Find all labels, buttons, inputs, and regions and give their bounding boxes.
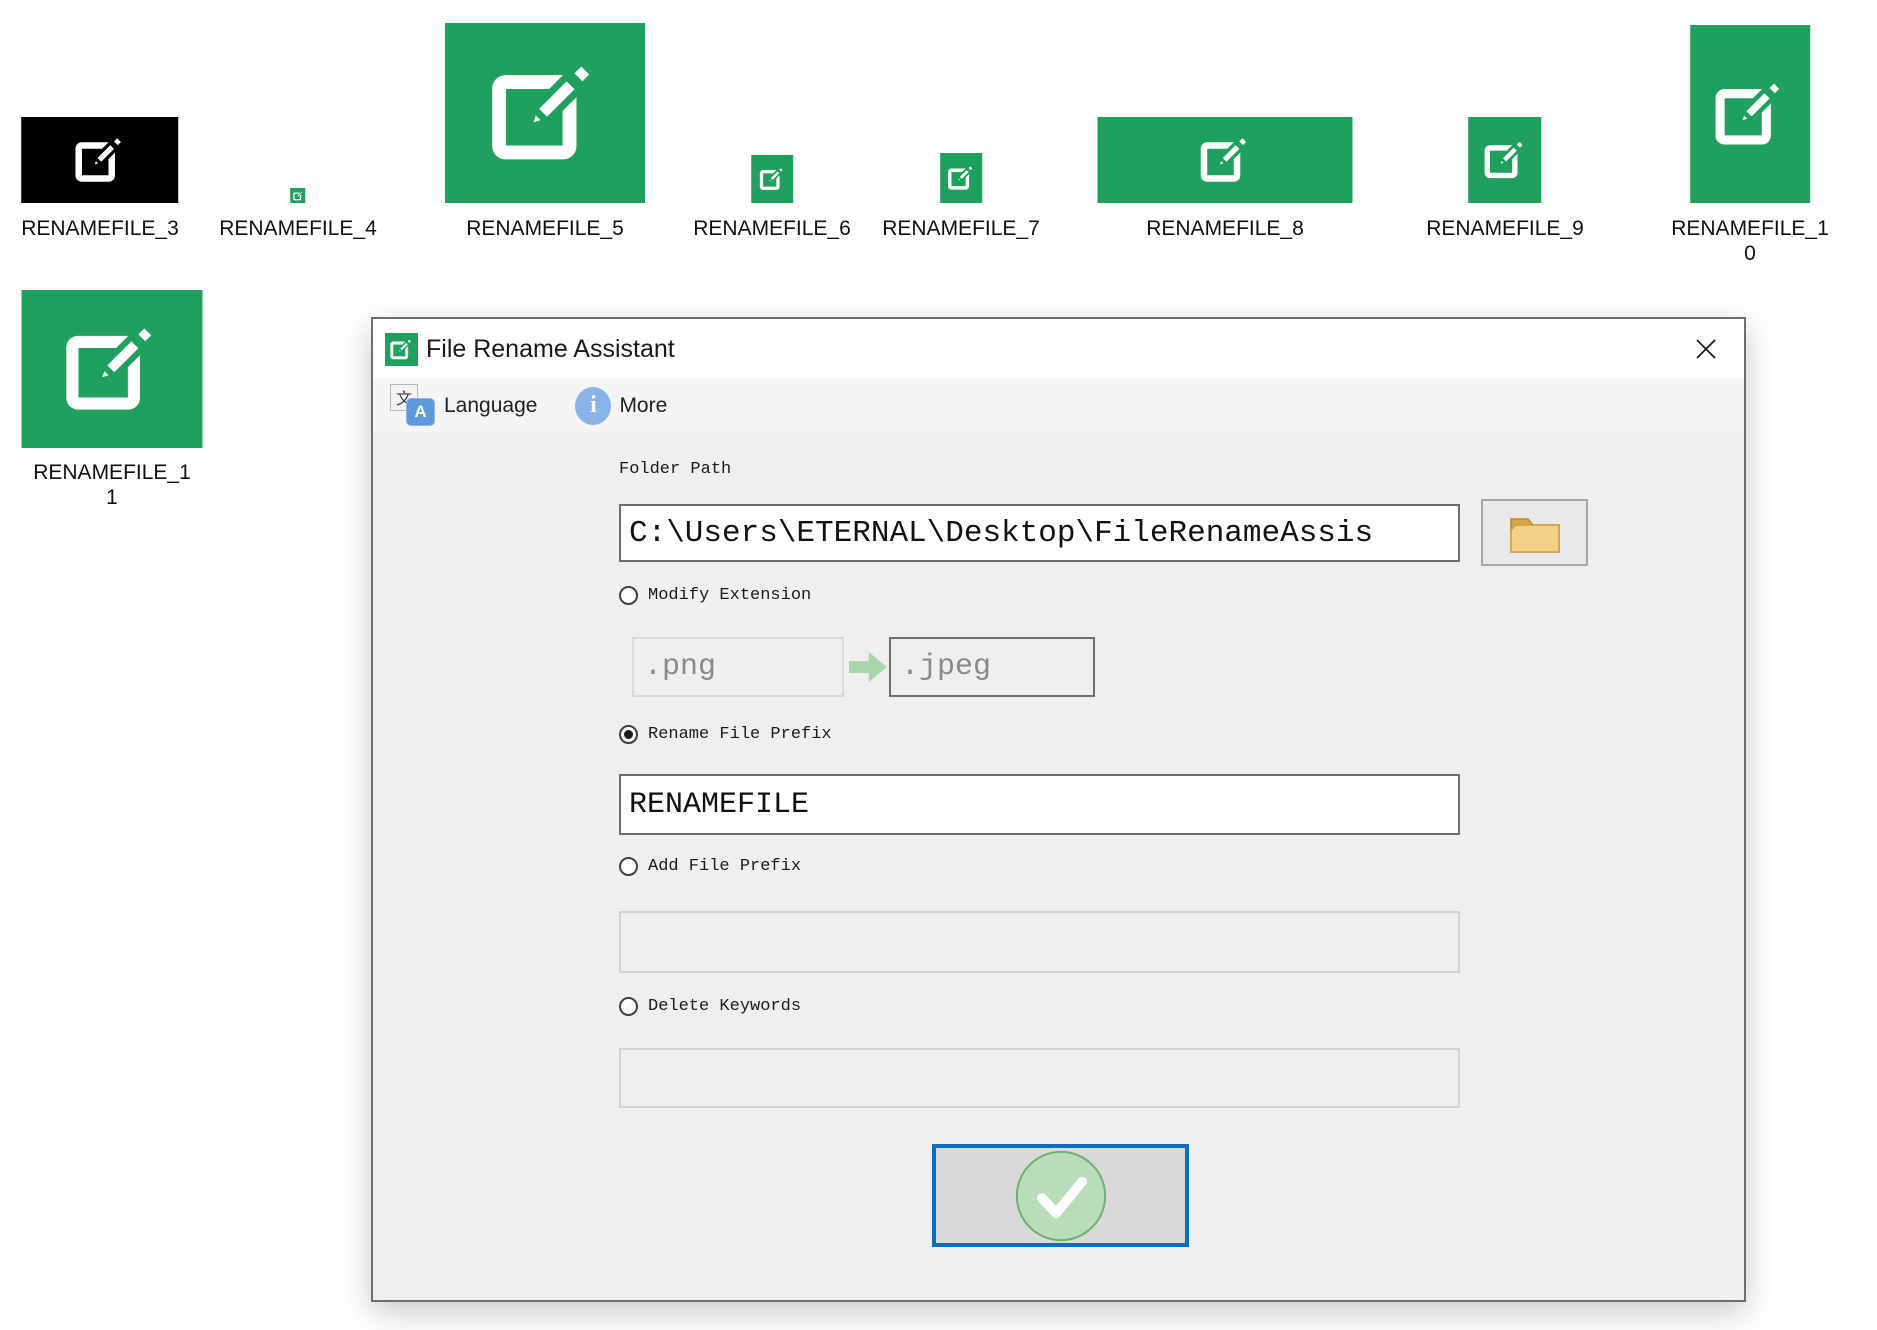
file-icon-tile — [751, 155, 793, 203]
desktop-file-renamefile-11[interactable]: RENAMEFILE_1 1 — [21, 290, 203, 510]
desktop-file-renamefile-4[interactable]: RENAMEFILE_4 — [219, 188, 377, 241]
edit-pencil-square-icon — [388, 336, 415, 363]
radio-icon — [619, 997, 638, 1016]
folder-path-label: Folder Path — [619, 460, 732, 479]
desktop-file-renamefile-3[interactable]: RENAMEFILE_3 — [21, 117, 179, 241]
edit-pencil-square-icon — [56, 313, 168, 425]
file-label: RENAMEFILE_1 1 — [33, 461, 191, 509]
title-bar[interactable]: File Rename Assistant — [373, 319, 1744, 379]
file-label: RENAMEFILE_6 — [693, 217, 851, 240]
edit-pencil-square-icon — [70, 130, 130, 190]
desktop-file-renamefile-5[interactable]: RENAMEFILE_5 — [445, 23, 645, 241]
radio-icon — [619, 857, 638, 876]
close-button[interactable] — [1686, 333, 1726, 365]
folder-path-input[interactable] — [619, 504, 1460, 562]
rename-prefix-input[interactable] — [619, 774, 1460, 835]
file-icon-tile — [940, 153, 982, 203]
menu-language[interactable]: 文 A Language — [373, 379, 537, 432]
file-label: RENAMEFILE_8 — [1146, 217, 1304, 240]
check-circle-icon — [1015, 1150, 1106, 1241]
menu-more[interactable]: i More — [537, 379, 667, 432]
file-icon-tile — [1690, 25, 1810, 203]
menu-more-label: More — [619, 393, 668, 417]
file-label: RENAMEFILE_7 — [882, 217, 1040, 240]
file-rename-assistant-window: File Rename Assistant 文 A Language i Mor… — [371, 317, 1746, 1302]
confirm-button[interactable] — [932, 1144, 1189, 1247]
radio-icon — [619, 586, 638, 605]
info-icon: i — [575, 386, 612, 425]
menu-bar: 文 A Language i More — [373, 379, 1744, 432]
desktop-file-renamefile-6[interactable]: RENAMEFILE_6 — [693, 155, 851, 241]
file-icon-tile — [445, 23, 645, 203]
folder-icon — [1509, 517, 1560, 553]
edit-pencil-square-icon — [1708, 72, 1792, 156]
option-rename-file-prefix[interactable]: Rename File Prefix — [619, 725, 832, 744]
file-label: RENAMEFILE_9 — [1426, 217, 1584, 240]
file-label: RENAMEFILE_1 0 — [1671, 217, 1829, 265]
desktop-file-renamefile-8[interactable]: RENAMEFILE_8 — [1097, 117, 1353, 241]
edit-pencil-square-icon — [1480, 135, 1530, 185]
radio-icon — [619, 725, 638, 744]
extension-from-input[interactable] — [632, 637, 844, 697]
browse-folder-button[interactable] — [1481, 499, 1588, 566]
desktop-file-renamefile-7[interactable]: RENAMEFILE_7 — [882, 153, 1040, 241]
desktop-file-renamefile-9[interactable]: RENAMEFILE_9 — [1426, 117, 1584, 241]
green-arrow-right-icon — [849, 652, 887, 682]
edit-pencil-square-icon — [1195, 130, 1255, 190]
file-icon-tile — [1097, 117, 1353, 203]
file-icon-tile — [21, 117, 179, 203]
option-delete-keywords[interactable]: Delete Keywords — [619, 997, 801, 1016]
edit-pencil-square-icon — [292, 190, 304, 202]
window-title: File Rename Assistant — [426, 334, 675, 363]
extension-to-input[interactable] — [889, 637, 1095, 697]
app-icon — [385, 332, 418, 366]
file-icon-tile — [21, 290, 203, 448]
translate-icon: 文 A — [390, 383, 436, 428]
file-icon-tile — [290, 188, 306, 203]
desktop-file-renamefile-10[interactable]: RENAMEFILE_1 0 — [1671, 25, 1829, 266]
file-label: RENAMEFILE_4 — [219, 217, 377, 240]
file-label: RENAMEFILE_5 — [466, 217, 624, 240]
edit-pencil-square-icon — [481, 49, 609, 177]
add-prefix-input[interactable] — [619, 911, 1460, 973]
delete-keywords-input[interactable] — [619, 1048, 1460, 1108]
option-add-file-prefix[interactable]: Add File Prefix — [619, 857, 801, 876]
menu-language-label: Language — [444, 393, 538, 417]
file-icon-tile — [1468, 117, 1542, 203]
edit-pencil-square-icon — [757, 164, 787, 194]
option-modify-extension[interactable]: Modify Extension — [619, 586, 811, 605]
edit-pencil-square-icon — [945, 162, 977, 194]
close-icon — [1696, 339, 1716, 359]
file-label: RENAMEFILE_3 — [21, 217, 179, 240]
